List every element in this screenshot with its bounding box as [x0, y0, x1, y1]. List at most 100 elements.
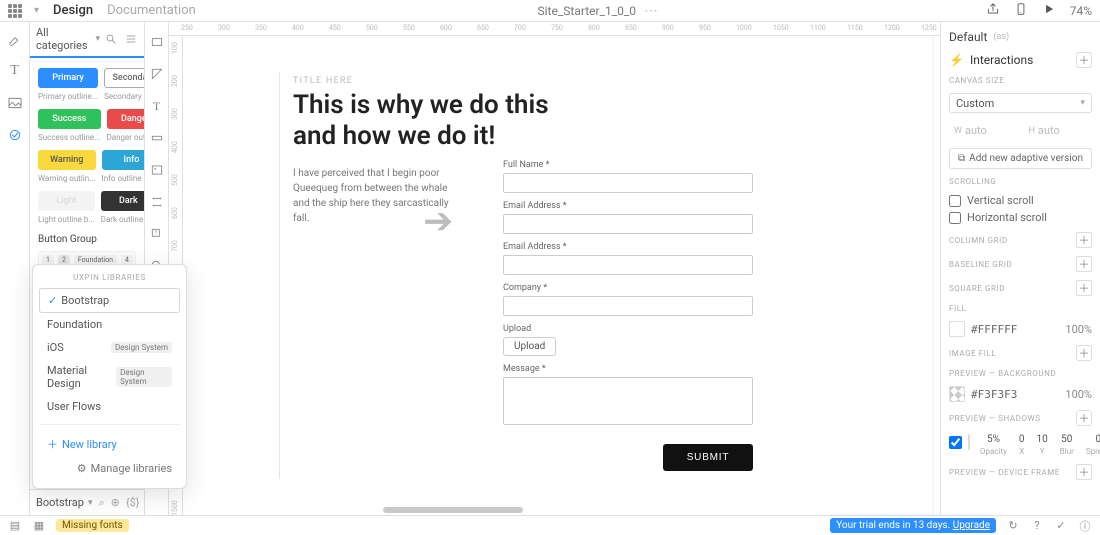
add-image-fill-button[interactable]: ＋ — [1076, 345, 1092, 361]
bg-swatch[interactable] — [949, 386, 965, 402]
tab-documentation[interactable]: Documentation — [107, 3, 196, 18]
tool-text-icon[interactable]: T — [6, 62, 24, 80]
line-tool-icon[interactable] — [149, 130, 165, 146]
bg-opacity[interactable]: 100% — [1065, 388, 1092, 401]
library-item-userflows[interactable]: User Flows — [39, 395, 180, 418]
component-primary[interactable]: Primary Primary outline... — [38, 68, 98, 101]
add-shadow-button[interactable]: ＋ — [1076, 410, 1092, 426]
library-item-ios[interactable]: iOS Design System — [39, 336, 180, 359]
add-column-grid-button[interactable]: ＋ — [1076, 232, 1092, 248]
field-company: Company * — [503, 283, 753, 316]
add-baseline-grid-button[interactable]: ＋ — [1076, 256, 1092, 272]
email-input-2[interactable] — [503, 255, 753, 275]
info-button-thumb: Info — [102, 150, 144, 170]
shadow-blur-value[interactable]: 50 — [1061, 434, 1072, 445]
search-icon[interactable]: ⌕ — [98, 496, 104, 510]
bg-hex[interactable]: #F3F3F3 — [971, 388, 1017, 401]
info-icon[interactable]: ⓘ — [1078, 519, 1092, 533]
shadow-y-value[interactable]: 10 — [1037, 434, 1048, 445]
add-interaction-button[interactable]: ＋ — [1076, 52, 1092, 68]
current-library-select[interactable]: Bootstrap ▾ — [36, 496, 92, 509]
shadow-spread-value[interactable]: 0 — [1096, 434, 1100, 445]
text-tool-icon[interactable]: T — [149, 98, 165, 114]
component-label: Danger outline... — [107, 133, 145, 142]
list-view-icon[interactable] — [122, 30, 140, 48]
manage-libraries-button[interactable]: ⚙Manage libraries — [39, 457, 180, 480]
component-info[interactable]: Info Info outline but... — [102, 150, 144, 183]
search-icon[interactable] — [102, 30, 120, 48]
tool-eyedropper-icon[interactable] — [6, 30, 24, 48]
play-icon[interactable] — [1042, 2, 1056, 19]
help-icon[interactable]: ? — [1030, 519, 1044, 533]
component-label: Info outline but... — [102, 174, 144, 183]
missing-fonts-badge[interactable]: Missing fonts — [56, 519, 129, 532]
library-item-foundation[interactable]: Foundation — [39, 313, 180, 336]
settings-icon[interactable]: ⊕ — [111, 496, 120, 509]
full-name-input[interactable] — [503, 173, 753, 193]
tool-image-icon[interactable] — [6, 94, 24, 112]
grid-icon[interactable]: ▦ — [32, 519, 46, 533]
fill-hex[interactable]: #FFFFFF — [971, 323, 1017, 336]
tool-component-icon[interactable] — [6, 126, 24, 144]
checkmark-icon[interactable]: ✓ — [1054, 519, 1068, 533]
upload-button[interactable]: Upload — [503, 337, 556, 356]
shape-rect-icon[interactable] — [149, 34, 165, 50]
component-warning[interactable]: Warning Warning outlin... — [38, 150, 96, 183]
library-item-bootstrap[interactable]: ✓Bootstrap — [39, 288, 180, 313]
device-frame-title: PREVIEW — DEVICE FRAME — [949, 468, 1060, 477]
message-input[interactable] — [503, 377, 753, 425]
shadow-color-swatch[interactable] — [968, 434, 970, 450]
canvas[interactable]: 2503003504004505005506006507007508008509… — [169, 22, 940, 515]
tab-design[interactable]: Design — [53, 3, 93, 18]
add-device-frame-button[interactable]: ＋ — [1076, 464, 1092, 480]
device-preview-icon[interactable] — [1014, 2, 1028, 19]
component-light[interactable]: Light Light outline b... — [38, 191, 95, 224]
ruler-horizontal: 2503003504004505005506006507007508008509… — [169, 22, 940, 36]
add-adaptive-button[interactable]: ⧉ Add new adaptive version — [949, 148, 1092, 169]
canvas-size-select[interactable]: Custom ▾ — [949, 93, 1092, 113]
fill-opacity[interactable]: 100% — [1065, 323, 1092, 336]
scrollbar-thumb[interactable] — [383, 507, 523, 513]
share-icon[interactable] — [986, 2, 1000, 19]
success-button-thumb: Success — [38, 109, 101, 129]
canvas-size-title: CANVAS SIZE — [949, 76, 1092, 85]
shadow-opacity-value[interactable]: 5% — [987, 434, 1000, 445]
component-dark[interactable]: Dark Dark outline b... — [101, 191, 144, 224]
apps-menu-icon[interactable] — [8, 4, 22, 18]
library-item-material[interactable]: Material Design Design System — [39, 359, 180, 395]
left-tool-rail: T — [0, 22, 30, 515]
left-panel: All categories ▾ Primary Primary outline… — [30, 22, 145, 515]
history-icon[interactable]: ↻ — [1006, 519, 1020, 533]
upgrade-link[interactable]: Upgrade — [953, 520, 990, 531]
layers-icon[interactable]: ▤ — [8, 519, 22, 533]
component-success[interactable]: Success Success outline... — [38, 109, 101, 142]
new-library-button[interactable]: ＋New library — [39, 431, 180, 457]
shadow-x-value[interactable]: 0 — [1019, 434, 1025, 445]
square-grid-row: SQUARE GRID ＋ — [949, 280, 1092, 296]
component-danger[interactable]: Danger Danger outline... — [107, 109, 145, 142]
submit-button[interactable]: SUBMIT — [663, 444, 753, 471]
categories-select[interactable]: All categories ▾ — [36, 26, 100, 52]
shadow-enable-checkbox[interactable] — [949, 436, 962, 449]
canvas-horizontal-scrollbar[interactable] — [183, 505, 940, 515]
chevron-down-icon: ▾ — [88, 498, 93, 508]
component-secondary[interactable]: Secondary Secondary outl... — [104, 68, 144, 101]
ruler-tick: 1000 — [736, 24, 752, 32]
height-input[interactable]: Hauto — [1024, 121, 1093, 140]
width-input[interactable]: Wauto — [949, 121, 1018, 140]
horizontal-scroll-checkbox[interactable]: Horizontal scroll — [949, 211, 1092, 224]
company-input[interactable] — [503, 296, 753, 316]
component-tool-icon[interactable] — [149, 194, 165, 210]
email-input-1[interactable] — [503, 214, 753, 234]
shape-ellipse-icon[interactable] — [149, 66, 165, 82]
file-name[interactable]: Site_Starter_1_0_0 — [538, 4, 637, 18]
scrolling-options: Vertical scroll Horizontal scroll — [949, 194, 1092, 224]
zoom-level[interactable]: 74% — [1070, 4, 1092, 18]
chevron-down-icon[interactable]: ▾ — [34, 5, 39, 16]
fill-swatch[interactable] — [949, 321, 965, 337]
add-square-grid-button[interactable]: ＋ — [1076, 280, 1092, 296]
image-tool-icon[interactable] — [149, 162, 165, 178]
ruler-tick: 650 — [477, 24, 489, 32]
vertical-scroll-checkbox[interactable]: Vertical scroll — [949, 194, 1092, 207]
comment-tool-icon[interactable]: ? — [149, 226, 165, 242]
